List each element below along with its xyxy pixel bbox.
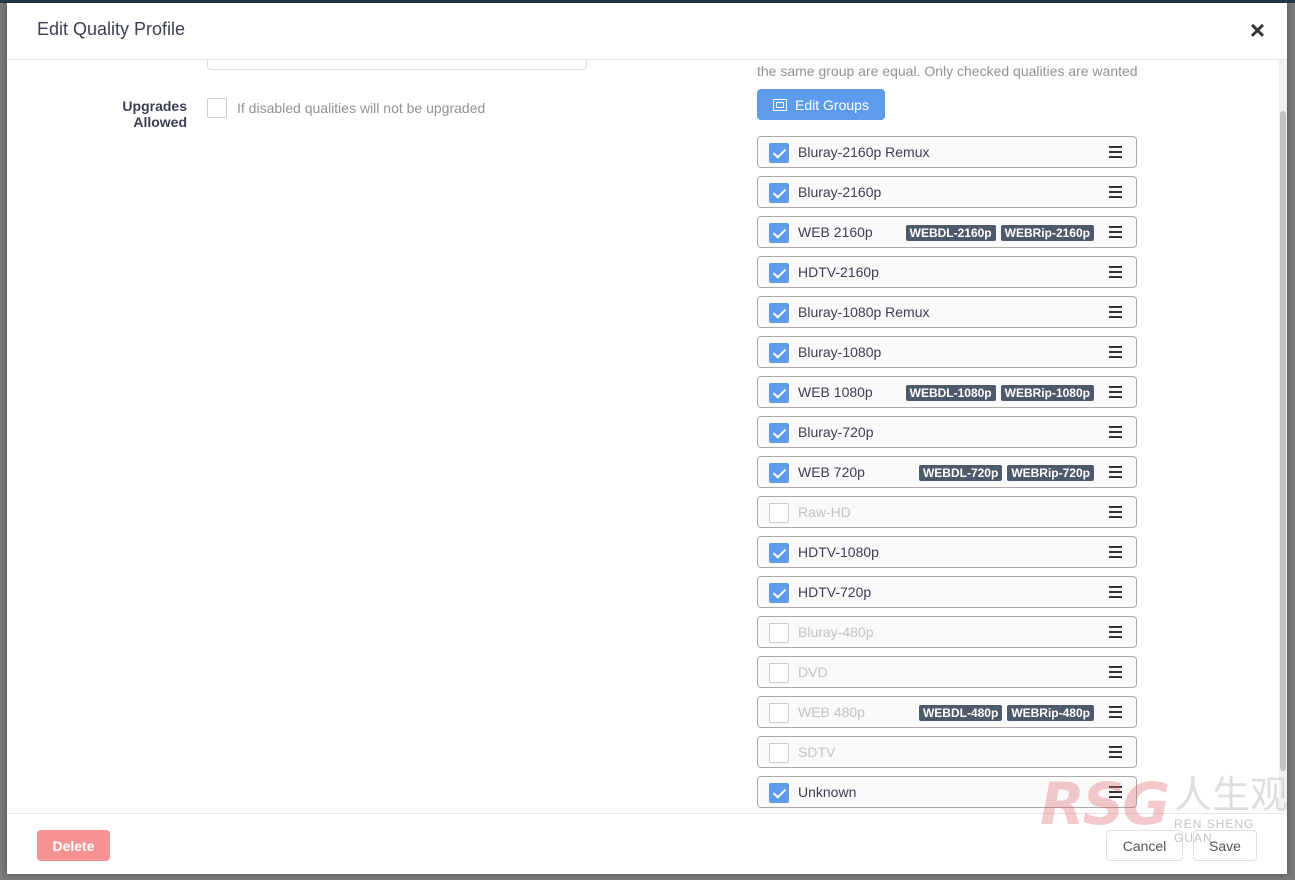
quality-item[interactable]: SDTV bbox=[757, 736, 1137, 768]
quality-tags: WEBDL-480p WEBRip-480p bbox=[918, 705, 1094, 721]
name-input[interactable] bbox=[207, 60, 587, 70]
quality-checkbox[interactable] bbox=[769, 303, 789, 323]
quality-checkbox[interactable] bbox=[769, 223, 789, 243]
drag-handle-icon[interactable] bbox=[1109, 586, 1122, 598]
quality-checkbox[interactable] bbox=[769, 783, 789, 803]
drag-handle-icon[interactable] bbox=[1109, 546, 1122, 558]
drag-handle-icon[interactable] bbox=[1109, 266, 1122, 278]
modal-scrollbar[interactable] bbox=[1279, 60, 1287, 812]
quality-checkbox[interactable] bbox=[769, 703, 789, 723]
quality-tag: WEBDL-720p bbox=[918, 465, 1003, 481]
drag-handle-icon[interactable] bbox=[1109, 226, 1122, 238]
quality-name: Bluray-1080p Remux bbox=[798, 304, 930, 320]
quality-checkbox[interactable] bbox=[769, 743, 789, 763]
cancel-button[interactable]: Cancel bbox=[1106, 830, 1183, 861]
drag-handle-icon[interactable] bbox=[1109, 346, 1122, 358]
quality-name: WEB 2160p bbox=[798, 224, 873, 240]
quality-checkbox[interactable] bbox=[769, 543, 789, 563]
quality-checkbox[interactable] bbox=[769, 143, 789, 163]
quality-checkbox[interactable] bbox=[769, 183, 789, 203]
drag-handle-icon[interactable] bbox=[1109, 386, 1122, 398]
quality-name: WEB 720p bbox=[798, 464, 865, 480]
drag-handle-icon[interactable] bbox=[1109, 786, 1122, 798]
quality-tag: WEBRip-2160p bbox=[1000, 225, 1094, 241]
quality-tag: WEBDL-480p bbox=[918, 705, 1003, 721]
groups-icon bbox=[773, 98, 788, 111]
quality-item[interactable]: WEB 480p WEBDL-480p WEBRip-480p bbox=[757, 696, 1137, 728]
quality-tag: WEBRip-1080p bbox=[1000, 385, 1094, 401]
quality-tag: WEBDL-1080p bbox=[905, 385, 996, 401]
quality-name: HDTV-1080p bbox=[798, 544, 879, 560]
drag-handle-icon[interactable] bbox=[1109, 186, 1122, 198]
quality-item[interactable]: Bluray-480p bbox=[757, 616, 1137, 648]
drag-handle-icon[interactable] bbox=[1109, 426, 1122, 438]
modal-body: Upgrades Allowed If disabled qualities w… bbox=[7, 60, 1287, 812]
quality-checkbox[interactable] bbox=[769, 263, 789, 283]
quality-item[interactable]: Raw-HD bbox=[757, 496, 1137, 528]
quality-item[interactable]: Bluray-1080p bbox=[757, 336, 1137, 368]
drag-handle-icon[interactable] bbox=[1109, 626, 1122, 638]
quality-tags: WEBDL-1080p WEBRip-1080p bbox=[905, 385, 1094, 401]
quality-checkbox[interactable] bbox=[769, 663, 789, 683]
quality-tag: WEBDL-2160p bbox=[905, 225, 996, 241]
quality-name: WEB 1080p bbox=[798, 384, 873, 400]
quality-checkbox[interactable] bbox=[769, 623, 789, 643]
quality-name: Bluray-720p bbox=[798, 424, 874, 440]
quality-item[interactable]: HDTV-720p bbox=[757, 576, 1137, 608]
quality-checkbox[interactable] bbox=[769, 503, 789, 523]
quality-item[interactable]: Unknown bbox=[757, 776, 1137, 808]
quality-checkbox[interactable] bbox=[769, 383, 789, 403]
edit-quality-profile-modal: Edit Quality Profile × Upgrades Allowed … bbox=[7, 3, 1287, 874]
quality-checkbox[interactable] bbox=[769, 463, 789, 483]
quality-item[interactable]: Bluray-1080p Remux bbox=[757, 296, 1137, 328]
drag-handle-icon[interactable] bbox=[1109, 666, 1122, 678]
upgrades-allowed-checkbox[interactable] bbox=[207, 98, 227, 118]
quality-name: Bluray-1080p bbox=[798, 344, 882, 360]
modal-footer: Delete Cancel Save bbox=[7, 813, 1287, 875]
drag-handle-icon[interactable] bbox=[1109, 146, 1122, 158]
edit-groups-label: Edit Groups bbox=[795, 96, 869, 113]
qualities-description: the same group are equal. Only checked q… bbox=[757, 63, 1138, 79]
quality-name: Bluray-480p bbox=[798, 624, 874, 640]
quality-name: Raw-HD bbox=[798, 504, 851, 520]
modal-title: Edit Quality Profile bbox=[37, 19, 186, 39]
quality-item[interactable]: Bluray-2160p bbox=[757, 176, 1137, 208]
quality-tag: WEBRip-720p bbox=[1007, 465, 1094, 481]
quality-name: Bluray-2160p Remux bbox=[798, 144, 930, 160]
quality-name: HDTV-2160p bbox=[798, 264, 879, 280]
drag-handle-icon[interactable] bbox=[1109, 506, 1122, 518]
quality-name: DVD bbox=[798, 664, 828, 680]
quality-tag: WEBRip-480p bbox=[1007, 705, 1094, 721]
drag-handle-icon[interactable] bbox=[1109, 306, 1122, 318]
delete-button[interactable]: Delete bbox=[37, 830, 110, 861]
quality-name: SDTV bbox=[798, 744, 836, 760]
scrollbar-thumb[interactable] bbox=[1280, 111, 1286, 771]
modal-header: Edit Quality Profile × bbox=[7, 3, 1287, 60]
upgrades-allowed-label: Upgrades Allowed bbox=[122, 98, 187, 130]
quality-name: HDTV-720p bbox=[798, 584, 872, 600]
quality-tags: WEBDL-2160p WEBRip-2160p bbox=[905, 225, 1094, 241]
drag-handle-icon[interactable] bbox=[1109, 466, 1122, 478]
quality-checkbox[interactable] bbox=[769, 583, 789, 603]
quality-checkbox[interactable] bbox=[769, 423, 789, 443]
quality-checkbox[interactable] bbox=[769, 343, 789, 363]
close-icon[interactable]: × bbox=[1250, 17, 1265, 43]
quality-item[interactable]: DVD bbox=[757, 656, 1137, 688]
quality-item[interactable]: WEB 720p WEBDL-720p WEBRip-720p bbox=[757, 456, 1137, 488]
quality-tags: WEBDL-720p WEBRip-720p bbox=[918, 465, 1094, 481]
quality-name: Unknown bbox=[798, 784, 857, 800]
quality-item[interactable]: WEB 1080p WEBDL-1080p WEBRip-1080p bbox=[757, 376, 1137, 408]
quality-item[interactable]: HDTV-1080p bbox=[757, 536, 1137, 568]
save-button[interactable]: Save bbox=[1193, 830, 1257, 861]
quality-item[interactable]: Bluray-720p bbox=[757, 416, 1137, 448]
drag-handle-icon[interactable] bbox=[1109, 746, 1122, 758]
drag-handle-icon[interactable] bbox=[1109, 706, 1122, 718]
quality-name: WEB 480p bbox=[798, 704, 865, 720]
quality-item[interactable]: WEB 2160p WEBDL-2160p WEBRip-2160p bbox=[757, 216, 1137, 248]
quality-item[interactable]: Bluray-2160p Remux bbox=[757, 136, 1137, 168]
edit-groups-button[interactable]: Edit Groups bbox=[757, 89, 885, 120]
upgrades-allowed-help: If disabled qualities will not be upgrad… bbox=[237, 100, 486, 116]
quality-name: Bluray-2160p bbox=[798, 184, 882, 200]
quality-item[interactable]: HDTV-2160p bbox=[757, 256, 1137, 288]
